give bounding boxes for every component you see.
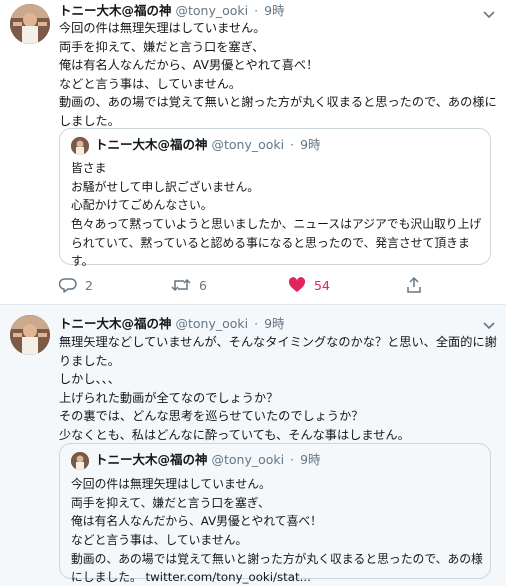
- tweet-text-line: 両手を抑えて、嫌だと言う口を塞ぎ、: [59, 39, 265, 54]
- tweet-text-line: りました。: [59, 353, 120, 368]
- quoted-text-line: などと言う事は、していません。: [71, 533, 248, 548]
- share-button[interactable]: [405, 275, 431, 295]
- reply-count: 2: [85, 277, 93, 293]
- separator-dot: ·: [254, 3, 259, 18]
- display-name[interactable]: トニー大木@福の神: [59, 3, 172, 18]
- tweet-text-line: 動画の、あの場では覚えて無いと謝った方が丸く収まると思ったので、あの様に: [59, 95, 497, 110]
- avatar-photo: [10, 4, 50, 44]
- timestamp[interactable]: 9時: [264, 3, 284, 18]
- display-name[interactable]: トニー大木@福の神: [59, 316, 172, 331]
- quoted-avatar: [71, 137, 89, 155]
- avatar[interactable]: [10, 4, 50, 44]
- quoted-text-line: す。: [71, 254, 94, 269]
- user-handle[interactable]: @tony_ooki: [176, 316, 249, 331]
- quoted-text-line: 動画の、あの場では覚えて無いと謝った方が丸く収まると思ったので、あの様: [71, 551, 483, 566]
- quoted-text-line: 今回の件は無理矢理はしていません。: [71, 477, 271, 491]
- quoted-text-line: 両手を抑えて、嫌だと言う口を塞ぎ、: [71, 495, 270, 510]
- tweet-header: トニー大木@福の神 @tony_ooki · 9時: [59, 315, 285, 333]
- tweet-text: 無理矢理などしていませんが、そんなタイミングなのかな？と思い、全面的に謝 りまし…: [59, 333, 499, 445]
- avatar-photo: [10, 315, 50, 355]
- tweet-actions: 2 6 54: [59, 275, 479, 295]
- like-button[interactable]: 54: [288, 275, 330, 295]
- quoted-text-line: 心配かけてごめんなさい。: [71, 198, 213, 213]
- tweet-text-line: 少なくとも、私はどんなに酔っていても、そんな事はしません。: [59, 427, 410, 442]
- quoted-timestamp: 9時: [300, 137, 321, 152]
- retweet-icon: [171, 278, 191, 292]
- quoted-display-name: トニー大木@福の神: [95, 452, 208, 467]
- timestamp[interactable]: 9時: [264, 316, 284, 331]
- tweet-text-line: 上げられた動画が全てなのでしょうか？: [59, 390, 279, 405]
- tweet-text-line: その裏では、どんな思考を巡らせていたのでしょうか？: [59, 409, 364, 424]
- tweet-header: トニー大木@福の神 @tony_ooki · 9時: [59, 2, 285, 20]
- tweet-text-line: 無理矢理などしていませんが、そんなタイミングなのかな？と思い、全面的に謝: [59, 335, 497, 349]
- tweet-text-line: しかし、、、: [59, 372, 120, 387]
- quoted-handle: @tony_ooki: [211, 137, 285, 152]
- quoted-display-name: トニー大木@福の神: [95, 137, 208, 152]
- quoted-header: トニー大木@福の神 @tony_ooki · 9時: [95, 135, 321, 155]
- like-count: 54: [314, 277, 330, 293]
- quoted-tweet[interactable]: トニー大木@福の神 @tony_ooki · 9時 皆さま お騒がせして申し訳ご…: [59, 128, 491, 268]
- tweet[interactable]: トニー大木@福の神 @tony_ooki · 9時 今回の件は無理矢理はしていま…: [0, 0, 506, 304]
- reply-button[interactable]: 2: [59, 275, 93, 295]
- quoted-text-line[interactable]: にしました。 twitter.com/tony_ooki/stat...: [71, 568, 483, 587]
- heart-icon: [288, 277, 306, 292]
- quoted-text-line: 皆さま: [71, 161, 107, 175]
- quoted-text: 皆さま お騒がせして申し訳ございません。 心配かけてごめんなさい。 色々あって黙…: [71, 159, 483, 271]
- retweet-button[interactable]: 6: [171, 275, 207, 295]
- quoted-text-line: お騒がせして申し訳ございません。: [71, 179, 260, 194]
- quoted-tweet[interactable]: トニー大木@福の神 @tony_ooki · 9時 今回の件は無理矢理はしていま…: [59, 443, 491, 584]
- quoted-avatar: [71, 452, 89, 470]
- retweet-count: 6: [199, 277, 207, 293]
- user-handle[interactable]: @tony_ooki: [176, 3, 249, 18]
- tweet-text-line: などと言う事は、していません。: [59, 76, 242, 91]
- chevron-down-icon[interactable]: [481, 317, 497, 333]
- reply-icon: [59, 278, 77, 293]
- quoted-text-line: 色々あって黙っていようと思いましたか、ニュースはアジアでも沢山取り上げ: [71, 217, 482, 232]
- quoted-text-line: られていて、黙っていると認める事になると思ったので、発言させて頂きま: [71, 235, 470, 250]
- tweet-text-line: 俺は有名人なんだから、AV男優とやれて喜べ！: [59, 58, 319, 73]
- quoted-header: トニー大木@福の神 @tony_ooki · 9時: [95, 450, 321, 470]
- separator-dot: ·: [254, 316, 259, 331]
- share-icon: [407, 276, 421, 293]
- quoted-text-line: 俺は有名人なんだから、AV男優とやれて喜べ！: [71, 514, 322, 529]
- separator-dot: ·: [290, 452, 295, 467]
- avatar[interactable]: [10, 315, 50, 355]
- tweet-text-line: 今回の件は無理矢理はしていません。: [59, 21, 266, 35]
- tweet[interactable]: トニー大木@福の神 @tony_ooki · 9時 無理矢理などしていませんが、…: [0, 304, 506, 586]
- quoted-timestamp: 9時: [300, 452, 321, 467]
- quoted-handle: @tony_ooki: [211, 452, 285, 467]
- tweet-text: 今回の件は無理矢理はしていません。 両手を抑えて、嫌だと言う口を塞ぎ、 俺は有名…: [59, 19, 499, 131]
- separator-dot: ·: [290, 137, 295, 152]
- quoted-text: 今回の件は無理矢理はしていません。 両手を抑えて、嫌だと言う口を塞ぎ、 俺は有名…: [71, 475, 483, 587]
